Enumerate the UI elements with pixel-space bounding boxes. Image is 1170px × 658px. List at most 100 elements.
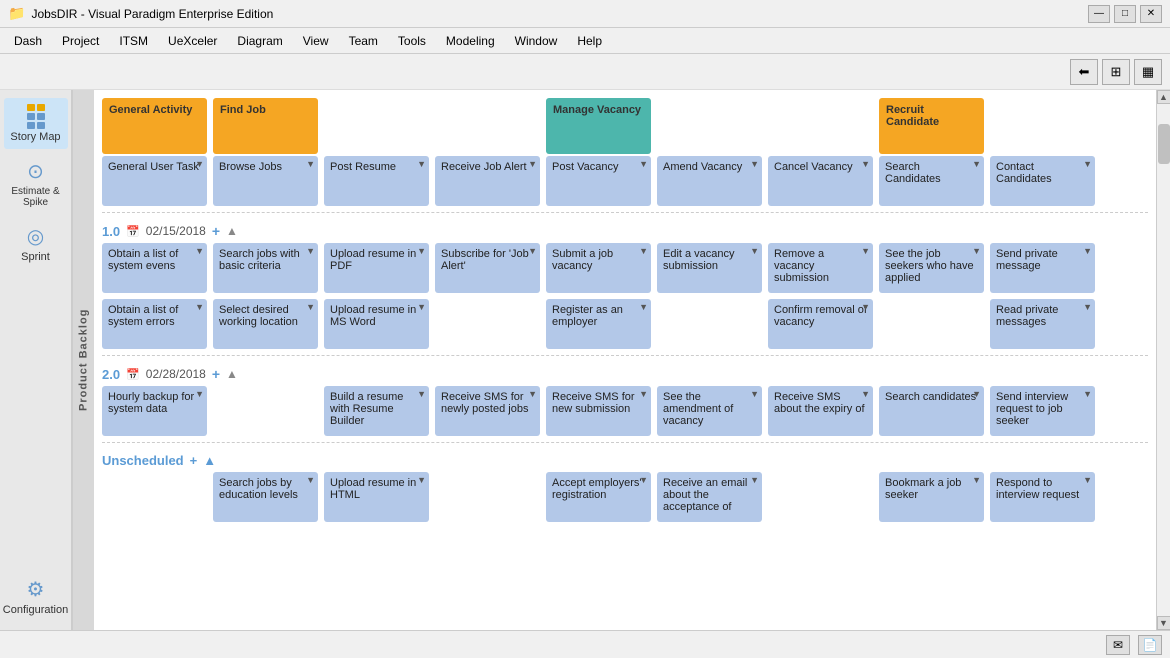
close-button[interactable]: ✕ xyxy=(1140,5,1162,23)
task-resume-builder[interactable]: Build a resume with Resume Builder▼ xyxy=(324,386,429,436)
menu-item-dash[interactable]: Dash xyxy=(4,31,52,51)
toolbar-panel-button[interactable]: ▦ xyxy=(1134,59,1162,85)
app-icon: 📁 xyxy=(8,5,25,22)
sprint1-row2: Obtain a list of system errors▼ Select d… xyxy=(102,299,1148,349)
scrollbar-right[interactable]: ▲ ▼ xyxy=(1156,90,1170,630)
sidebar-label-sprint: Sprint xyxy=(21,251,50,263)
task-sms-new-submission[interactable]: Receive SMS for new submission▼ xyxy=(546,386,651,436)
task-see-amendment[interactable]: See the amendment of vacancy▼ xyxy=(657,386,762,436)
story-general-user-task[interactable]: General User Task▼ xyxy=(102,156,207,206)
sidebar-item-sprint[interactable]: ◎ Sprint xyxy=(4,218,68,269)
task-edit-vacancy[interactable]: Edit a vacancy submission▼ xyxy=(657,243,762,293)
menu-item-modeling[interactable]: Modeling xyxy=(436,31,505,51)
scroll-up-arrow[interactable]: ▲ xyxy=(1157,90,1170,104)
task-search-education[interactable]: Search jobs by education levels▼ xyxy=(213,472,318,522)
story-map-icon xyxy=(27,104,45,129)
story-browse-jobs[interactable]: Browse Jobs▼ xyxy=(213,156,318,206)
task-bookmark-job-seeker[interactable]: Bookmark a job seeker▼ xyxy=(879,472,984,522)
sidebar-item-configuration[interactable]: ⚙ Configuration xyxy=(4,571,68,622)
epic-empty-1 xyxy=(324,98,429,154)
sidebar-label-config: Configuration xyxy=(3,604,68,616)
epic-recruit-candidate[interactable]: Recruit Candidate xyxy=(879,98,984,154)
task-receive-email-acceptance[interactable]: Receive an email about the acceptance of… xyxy=(657,472,762,522)
story-post-resume[interactable]: Post Resume▼ xyxy=(324,156,429,206)
app-title: JobsDIR - Visual Paradigm Enterprise Edi… xyxy=(31,7,1088,21)
sidebar-label-estimate: Estimate & Spike xyxy=(6,186,66,208)
epic-general-activity[interactable]: General Activity xyxy=(102,98,207,154)
scroll-thumb[interactable] xyxy=(1158,124,1170,164)
menu-item-window[interactable]: Window xyxy=(505,31,568,51)
task-submit-job-vacancy[interactable]: Submit a job vacancy▼ xyxy=(546,243,651,293)
statusbar: ✉ 📄 xyxy=(0,630,1170,658)
scroll-down-arrow[interactable]: ▼ xyxy=(1157,616,1170,630)
sprint1-empty-1 xyxy=(435,299,540,349)
toolbar-grid-button[interactable]: ⊞ xyxy=(1102,59,1130,85)
task-send-interview-request[interactable]: Send interview request to job seeker▼ xyxy=(990,386,1095,436)
sidebar-item-estimate[interactable]: ⊙ Estimate & Spike xyxy=(4,153,68,214)
toolbar-back-button[interactable]: ⬅ xyxy=(1070,59,1098,85)
unscheduled-collapse-button[interactable]: ▲ xyxy=(203,453,216,468)
story-contact-candidates[interactable]: Contact Candidates▼ xyxy=(990,156,1095,206)
sprint2-add-button[interactable]: + xyxy=(212,366,220,382)
sprint2-collapse-button[interactable]: ▲ xyxy=(226,367,238,381)
task-respond-interview[interactable]: Respond to interview request▼ xyxy=(990,472,1095,522)
story-search-candidates[interactable]: Search Candidates▼ xyxy=(879,156,984,206)
task-register-employer[interactable]: Register as an employer▼ xyxy=(546,299,651,349)
epic-manage-vacancy[interactable]: Manage Vacancy xyxy=(546,98,651,154)
statusbar-mail-button[interactable]: ✉ xyxy=(1106,635,1130,655)
task-search-basic-criteria[interactable]: Search jobs with basic criteria▼ xyxy=(213,243,318,293)
sprint2-header: 2.0 📅 02/28/2018 + ▲ xyxy=(102,360,1148,386)
task-upload-html[interactable]: Upload resume in HTML▼ xyxy=(324,472,429,522)
task-upload-pdf[interactable]: Upload resume in PDF▼ xyxy=(324,243,429,293)
story-amend-vacancy[interactable]: Amend Vacancy▼ xyxy=(657,156,762,206)
sprint1-header: 1.0 📅 02/15/2018 + ▲ xyxy=(102,217,1148,243)
sprint1-row1: Obtain a list of system evens▼ Search jo… xyxy=(102,243,1148,293)
task-search-candidates-2[interactable]: Search candidates▼ xyxy=(879,386,984,436)
task-sms-expiry[interactable]: Receive SMS about the expiry of▼ xyxy=(768,386,873,436)
sprint1-collapse-button[interactable]: ▲ xyxy=(226,224,238,238)
story-receive-job-alert[interactable]: Receive Job Alert▼ xyxy=(435,156,540,206)
story-post-vacancy[interactable]: Post Vacancy▼ xyxy=(546,156,651,206)
story-cancel-vacancy[interactable]: Cancel Vacancy▼ xyxy=(768,156,873,206)
unscheduled-row1: Search jobs by education levels▼ Upload … xyxy=(102,472,1148,522)
task-subscribe-job-alert[interactable]: Subscribe for 'Job Alert'▼ xyxy=(435,243,540,293)
unscheduled-add-button[interactable]: + xyxy=(190,453,198,468)
board[interactable]: General Activity Find Job Manage Vacancy… xyxy=(94,90,1156,630)
menu-item-view[interactable]: View xyxy=(293,31,339,51)
window-controls: — □ ✕ xyxy=(1088,5,1162,23)
task-accept-employers[interactable]: Accept employers' registration▼ xyxy=(546,472,651,522)
menu-item-itsm[interactable]: ITSM xyxy=(109,31,158,51)
task-hourly-backup[interactable]: Hourly backup for system data▼ xyxy=(102,386,207,436)
menu-item-team[interactable]: Team xyxy=(339,31,388,51)
minimize-button[interactable]: — xyxy=(1088,5,1110,23)
scroll-track[interactable] xyxy=(1157,104,1170,616)
sprint2-cal-icon: 📅 xyxy=(126,368,140,381)
backlog-label: Product Backlog xyxy=(72,90,94,630)
task-see-job-seekers[interactable]: See the job seekers who have applied▼ xyxy=(879,243,984,293)
task-obtain-system-evens[interactable]: Obtain a list of system evens▼ xyxy=(102,243,207,293)
menu-item-project[interactable]: Project xyxy=(52,31,109,51)
toolbar: ⬅ ⊞ ▦ xyxy=(0,54,1170,90)
sprint1-date: 02/15/2018 xyxy=(146,224,206,238)
menu-item-help[interactable]: Help xyxy=(567,31,612,51)
restore-button[interactable]: □ xyxy=(1114,5,1136,23)
divider-2 xyxy=(102,355,1148,356)
task-upload-msword[interactable]: Upload resume in MS Word▼ xyxy=(324,299,429,349)
sprint1-add-button[interactable]: + xyxy=(212,223,220,239)
statusbar-doc-button[interactable]: 📄 xyxy=(1138,635,1162,655)
epic-find-job[interactable]: Find Job xyxy=(213,98,318,154)
menu-item-diagram[interactable]: Diagram xyxy=(227,31,292,51)
main-area: Story Map ⊙ Estimate & Spike ◎ Sprint ⚙ … xyxy=(0,90,1170,630)
task-working-location[interactable]: Select desired working location▼ xyxy=(213,299,318,349)
sidebar-item-story-map[interactable]: Story Map xyxy=(4,98,68,149)
menu-item-tools[interactable]: Tools xyxy=(388,31,436,51)
task-system-errors[interactable]: Obtain a list of system errors▼ xyxy=(102,299,207,349)
task-remove-vacancy[interactable]: Remove a vacancy submission▼ xyxy=(768,243,873,293)
task-read-private-messages[interactable]: Read private messages▼ xyxy=(990,299,1095,349)
task-sms-posted-jobs[interactable]: Receive SMS for newly posted jobs▼ xyxy=(435,386,540,436)
task-confirm-removal[interactable]: Confirm removal of vacancy▼ xyxy=(768,299,873,349)
menubar: DashProjectITSMUeXcelerDiagramViewTeamTo… xyxy=(0,28,1170,54)
task-send-private-message[interactable]: Send private message▼ xyxy=(990,243,1095,293)
titlebar: 📁 JobsDIR - Visual Paradigm Enterprise E… xyxy=(0,0,1170,28)
menu-item-uexceler[interactable]: UeXceler xyxy=(158,31,227,51)
